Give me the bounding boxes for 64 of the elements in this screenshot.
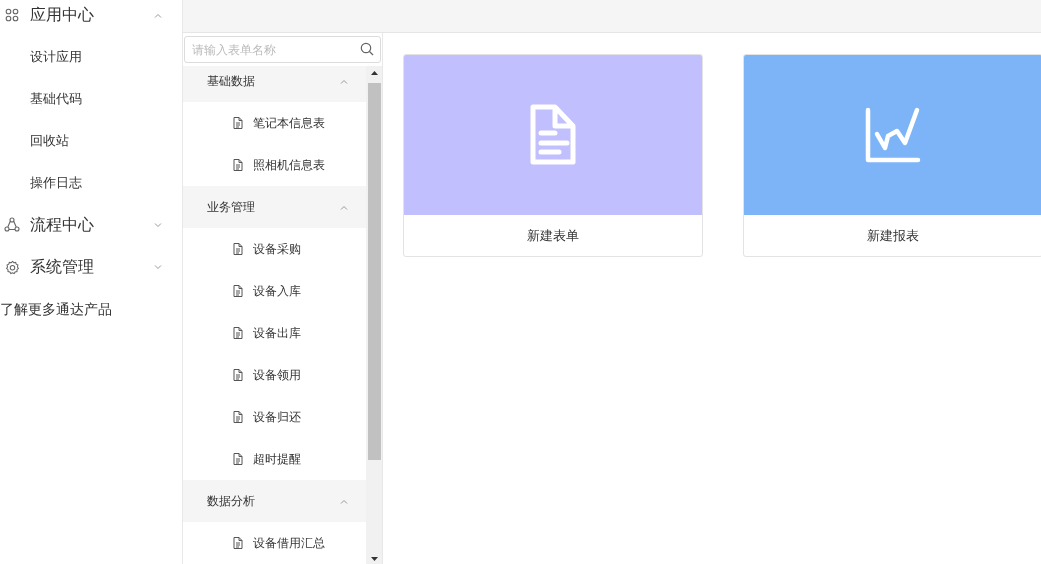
tree-item[interactable]: 照相机信息表 — [183, 144, 366, 186]
tree-group[interactable]: 基础数据 — [183, 66, 366, 102]
expand-icon — [154, 222, 162, 228]
collapse-icon — [340, 498, 348, 504]
tree-item-label: 设备借用汇总 — [253, 535, 325, 552]
card-label: 新建报表 — [867, 226, 919, 245]
document-icon — [233, 327, 243, 339]
menu-group-label: 流程中心 — [30, 215, 95, 235]
scrollbar[interactable] — [366, 66, 382, 564]
card-label: 新建表单 — [527, 226, 579, 245]
create-card[interactable]: 新建报表 — [743, 54, 1041, 257]
menu-group-label: 系统管理 — [30, 257, 95, 277]
menu-group-label: 应用中心 — [30, 5, 95, 25]
tree-group-label: 数据分析 — [207, 493, 256, 510]
tree-item[interactable]: 设备入库 — [183, 270, 366, 312]
tree-item[interactable]: 设备归还 — [183, 396, 366, 438]
tree-item-label: 设备出库 — [253, 325, 301, 342]
tree-item-label: 照相机信息表 — [253, 157, 325, 174]
collapse-icon — [340, 78, 348, 84]
document-icon — [233, 285, 243, 297]
search-icon[interactable] — [360, 42, 374, 56]
expand-icon — [154, 264, 162, 270]
tree-item-label: 设备领用 — [253, 367, 301, 384]
settings-icon — [4, 259, 20, 275]
tree-item[interactable]: 设备出库 — [183, 312, 366, 354]
tree-item[interactable]: 超时提醒 — [183, 438, 366, 480]
document-icon — [233, 411, 243, 423]
create-card[interactable]: 新建表单 — [403, 54, 703, 257]
collapse-icon — [154, 12, 162, 18]
document-icon — [233, 117, 243, 129]
document-icon — [233, 159, 243, 171]
nodes-icon — [4, 217, 20, 233]
menu-item[interactable]: 操作日志 — [0, 162, 182, 204]
collapse-icon — [340, 204, 348, 210]
product-link[interactable]: 了解更多通达产品 — [0, 298, 112, 320]
tree-group[interactable]: 业务管理 — [183, 186, 366, 228]
tree-group-label: 基础数据 — [207, 73, 256, 90]
menu-item[interactable]: 设计应用 — [0, 36, 182, 78]
menu-group[interactable]: 流程中心 — [0, 204, 182, 246]
tree-item-label: 设备采购 — [253, 241, 301, 258]
search-field[interactable]: 请输入表单名称 — [184, 36, 381, 63]
tree-item[interactable]: 笔记本信息表 — [183, 102, 366, 144]
menu-group[interactable]: 系统管理 — [0, 246, 182, 288]
tree-item[interactable]: 设备借用汇总 — [183, 522, 366, 564]
line-chart-icon — [865, 107, 921, 163]
document-icon — [233, 243, 243, 255]
menu-item[interactable]: 基础代码 — [0, 78, 182, 120]
tree-item-label: 笔记本信息表 — [253, 115, 325, 132]
tree-item[interactable]: 设备采购 — [183, 228, 366, 270]
scroll-up-icon — [370, 71, 378, 75]
document-icon — [233, 453, 243, 465]
tree-group[interactable]: 数据分析 — [183, 480, 366, 522]
menu-group[interactable]: 应用中心 — [0, 0, 182, 36]
tree-item-label: 超时提醒 — [253, 451, 301, 468]
tree-group-label: 业务管理 — [207, 199, 256, 216]
scroll-down-icon — [370, 557, 378, 561]
tree-item[interactable]: 设备领用 — [183, 354, 366, 396]
tree-item-label: 设备归还 — [253, 409, 301, 426]
document-icon — [233, 369, 243, 381]
tree-item-label: 设备入库 — [253, 283, 301, 300]
document-icon — [529, 104, 577, 166]
menu-item[interactable]: 回收站 — [0, 120, 182, 162]
command-icon — [5, 8, 19, 22]
document-icon — [233, 537, 243, 549]
